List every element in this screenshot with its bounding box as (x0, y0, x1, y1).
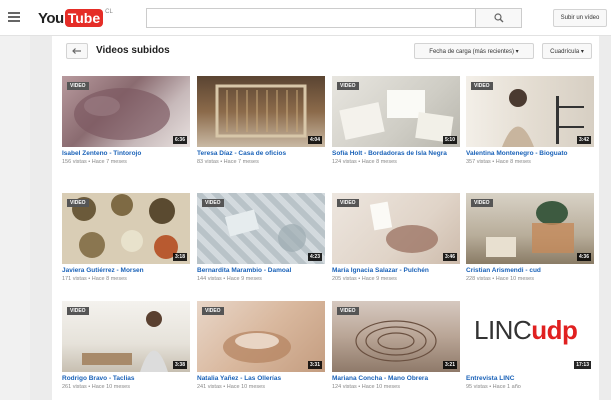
duration-badge: 4:04 (307, 136, 322, 144)
video-tag: VIDEO (337, 82, 359, 90)
duration-badge: 3:38 (172, 361, 187, 369)
video-thumbnail[interactable]: VIDEO 5:10 (332, 76, 460, 147)
video-title[interactable]: Teresa Díaz - Casa de oficios (197, 150, 325, 158)
video-thumbnail[interactable]: VIDEO 3:31 (197, 301, 325, 372)
logo-country: CL (105, 9, 113, 15)
video-tag: VIDEO (471, 199, 493, 207)
video-meta: 205 vistas • Hace 9 meses (332, 276, 397, 282)
video-tag: VIDEO (202, 307, 224, 315)
video-meta: 171 vistas • Hace 8 meses (62, 276, 127, 282)
logo-you-text: You (38, 9, 64, 27)
video-title[interactable]: Valentina Montenegro - Bioguato (466, 150, 594, 158)
back-button[interactable] (66, 43, 88, 59)
video-meta: 124 vistas • Hace 10 meses (332, 384, 400, 390)
video-thumbnail[interactable]: VIDEO 3:46 (332, 193, 460, 264)
duration-badge: 4:23 (307, 253, 322, 261)
duration-badge: 17:13 (574, 361, 591, 369)
video-title[interactable]: Isabel Zenteno - Tintorojo (62, 150, 190, 158)
uploads-panel: Videos subidos Fecha de carga (más recie… (52, 36, 599, 400)
thumbnail-art (215, 84, 307, 138)
video-card[interactable]: VIDEO 3:42 Valentina Montenegro - Biogua… (466, 76, 594, 165)
video-thumbnail[interactable]: VIDEO 3:18 (62, 193, 190, 264)
video-card[interactable]: 4:04 Teresa Díaz - Casa de oficios 83 vi… (197, 76, 325, 165)
search-icon (493, 13, 503, 23)
duration-badge: 3:18 (172, 253, 187, 261)
video-thumbnail[interactable]: VIDEO 3:38 (62, 301, 190, 372)
video-title[interactable]: Cristian Arismendi - cud (466, 267, 594, 275)
video-card[interactable]: VIDEO 3:21 Mariana Concha - Mano Obrera … (332, 301, 460, 390)
video-title[interactable]: Javiera Gutiérrez - Morsen (62, 267, 190, 275)
video-tag: VIDEO (337, 307, 359, 315)
duration-badge: 5:10 (442, 136, 457, 144)
youtube-logo[interactable]: You Tube CL (38, 8, 113, 28)
menu-icon[interactable] (8, 12, 20, 22)
video-tag: VIDEO (67, 307, 89, 315)
search-button[interactable] (476, 8, 522, 28)
video-tag: VIDEO (202, 199, 224, 207)
video-tag: VIDEO (471, 82, 493, 90)
video-meta: 357 vistas • Hace 8 meses (466, 159, 531, 165)
video-tag: VIDEO (67, 82, 89, 90)
video-meta: 228 vistas • Hace 10 meses (466, 276, 534, 282)
video-title[interactable]: María Ignacia Salazar - Pulchén (332, 267, 460, 275)
video-meta: 156 vistas • Hace 7 meses (62, 159, 127, 165)
search-input[interactable] (146, 8, 476, 28)
video-card[interactable]: VIDEO 4:36 Cristian Arismendi - cud 228 … (466, 193, 594, 282)
sort-dropdown[interactable]: Fecha de carga (más recientes) ▾ (414, 43, 534, 59)
video-thumbnail[interactable]: LINCudp 17:13 (466, 301, 594, 372)
video-meta: 241 vistas • Hace 10 meses (197, 384, 265, 390)
video-thumbnail[interactable]: VIDEO 4:23 (197, 193, 325, 264)
logo-udp-text: udp (531, 315, 578, 345)
video-title[interactable]: Rodrigo Bravo - Taclias (62, 375, 190, 383)
video-card[interactable]: VIDEO 3:38 Rodrigo Bravo - Taclias 261 v… (62, 301, 190, 390)
duration-badge: 3:46 (442, 253, 457, 261)
video-card[interactable]: VIDEO 3:18 Javiera Gutiérrez - Morsen 17… (62, 193, 190, 282)
video-meta: 95 vistas • Hace 1 año (466, 384, 521, 390)
duration-badge: 3:31 (307, 361, 322, 369)
duration-badge: 3:21 (442, 361, 457, 369)
duration-badge: 6:36 (172, 136, 187, 144)
video-card[interactable]: VIDEO 3:46 María Ignacia Salazar - Pulch… (332, 193, 460, 282)
duration-badge: 3:42 (576, 136, 591, 144)
video-card[interactable]: LINCudp 17:13 Entrevista LINC 95 vistas … (466, 301, 594, 390)
video-meta: 144 vistas • Hace 9 meses (197, 276, 262, 282)
video-card[interactable]: VIDEO 6:36 Isabel Zenteno - Tintorojo 15… (62, 76, 190, 165)
video-card[interactable]: VIDEO 5:10 Sofía Holt - Bordadoras de Is… (332, 76, 460, 165)
video-thumbnail[interactable]: 4:04 (197, 76, 325, 147)
video-title[interactable]: Entrevista LINC (466, 375, 594, 383)
duration-badge: 4:36 (576, 253, 591, 261)
video-title[interactable]: Sofía Holt - Bordadoras de Isla Negra (332, 150, 460, 158)
video-meta: 261 vistas • Hace 10 meses (62, 384, 130, 390)
video-tag: VIDEO (337, 199, 359, 207)
video-thumbnail[interactable]: VIDEO 3:21 (332, 301, 460, 372)
video-card[interactable]: VIDEO 3:31 Natalia Yañez - Las Ollerías … (197, 301, 325, 390)
video-thumbnail[interactable]: VIDEO 4:36 (466, 193, 594, 264)
video-title[interactable]: Bernardita Marambio - Damoal (197, 267, 325, 275)
logo-tube-text: Tube (64, 9, 104, 27)
top-bar: You Tube CL Subir un vídeo (0, 0, 611, 36)
video-meta: 83 vistas • Hace 7 meses (197, 159, 259, 165)
upload-button[interactable]: Subir un vídeo (553, 9, 607, 27)
view-dropdown[interactable]: Cuadrícula ▾ (542, 43, 592, 59)
section-title: Videos subidos (96, 45, 170, 56)
logo-linc-text: LINC (474, 315, 532, 345)
video-title[interactable]: Mariana Concha - Mano Obrera (332, 375, 460, 383)
linc-udp-logo: LINCudp (474, 315, 578, 346)
left-sidebar (0, 36, 30, 400)
video-title[interactable]: Natalia Yañez - Las Ollerías (197, 375, 325, 383)
video-thumbnail[interactable]: VIDEO 6:36 (62, 76, 190, 147)
video-meta: 124 vistas • Hace 8 meses (332, 159, 397, 165)
video-card[interactable]: VIDEO 4:23 Bernardita Marambio - Damoal … (197, 193, 325, 282)
arrow-left-icon (72, 48, 81, 54)
video-thumbnail[interactable]: VIDEO 3:42 (466, 76, 594, 147)
video-tag: VIDEO (67, 199, 89, 207)
